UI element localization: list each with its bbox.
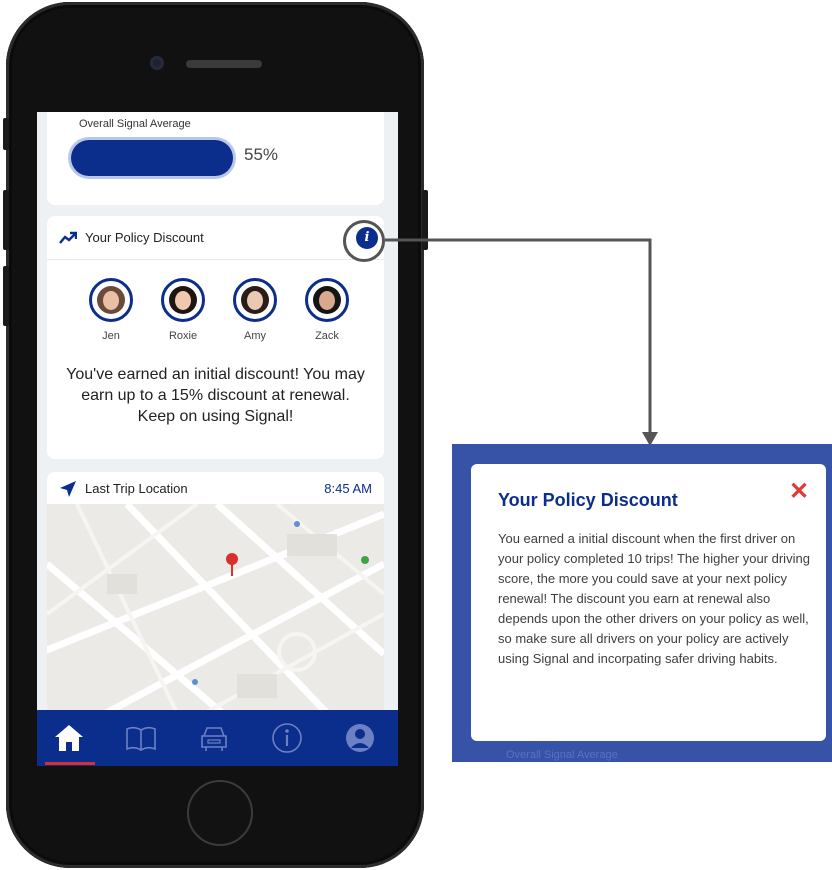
driver-name: Amy	[244, 330, 266, 342]
driver-name: Jen	[102, 330, 120, 342]
front-camera	[150, 56, 164, 70]
policy-card-title: Your Policy Discount	[85, 230, 204, 245]
app-screen: Overall Signal Average 55% Your Policy D…	[37, 112, 398, 766]
navigation-arrow-icon	[60, 481, 76, 497]
avatar	[161, 278, 205, 322]
driver-amy[interactable]: Amy	[229, 278, 281, 342]
callout-highlight-ring	[343, 220, 385, 262]
bottom-tab-bar	[37, 710, 398, 766]
trip-map[interactable]	[47, 504, 384, 732]
policy-discount-dialog: Your Policy Discount ✕ You earned a init…	[471, 464, 826, 741]
last-trip-time: 8:45 AM	[324, 481, 372, 496]
volume-up-button	[3, 190, 9, 250]
driver-zack[interactable]: Zack	[301, 278, 353, 342]
close-icon[interactable]: ✕	[789, 480, 809, 504]
driver-name: Roxie	[168, 330, 198, 342]
policy-discount-card: Your Policy Discount i Jen Roxie Amy Zac…	[47, 216, 384, 459]
dialog-title: Your Policy Discount	[498, 490, 678, 510]
trending-up-icon	[59, 231, 77, 244]
avatar	[305, 278, 349, 322]
mute-switch	[3, 118, 9, 150]
volume-down-button	[3, 266, 9, 326]
earpiece-speaker	[186, 60, 262, 68]
book-icon[interactable]	[123, 720, 159, 756]
power-button	[422, 190, 428, 250]
driver-jen[interactable]: Jen	[85, 278, 137, 342]
car-icon[interactable]	[196, 720, 232, 756]
signal-percent: 55%	[244, 145, 279, 164]
dialog-body: You earned a initial discount when the f…	[498, 531, 810, 666]
active-tab-indicator	[45, 762, 95, 765]
driver-list: Jen Roxie Amy Zack	[85, 278, 355, 348]
discount-message: You've earned an initial discount! You m…	[66, 366, 365, 425]
background-ghost-text: Overall Signal Average	[506, 749, 618, 761]
driver-roxie[interactable]: Roxie	[157, 278, 209, 342]
profile-icon[interactable]	[342, 720, 378, 756]
info-icon[interactable]	[269, 720, 305, 756]
home-button[interactable]	[187, 780, 253, 846]
avatar	[233, 278, 277, 322]
signal-average-title: Overall Signal Average	[79, 118, 191, 130]
signal-progress-bar	[71, 140, 233, 176]
avatar	[89, 278, 133, 322]
policy-card-header: Your Policy Discount i	[47, 216, 384, 260]
last-trip-card: Last Trip Location 8:45 AM	[47, 472, 384, 732]
home-icon[interactable]	[51, 720, 87, 756]
driver-name: Zack	[315, 330, 339, 342]
signal-average-card: Overall Signal Average 55%	[47, 112, 384, 205]
last-trip-title: Last Trip Location	[85, 481, 188, 496]
